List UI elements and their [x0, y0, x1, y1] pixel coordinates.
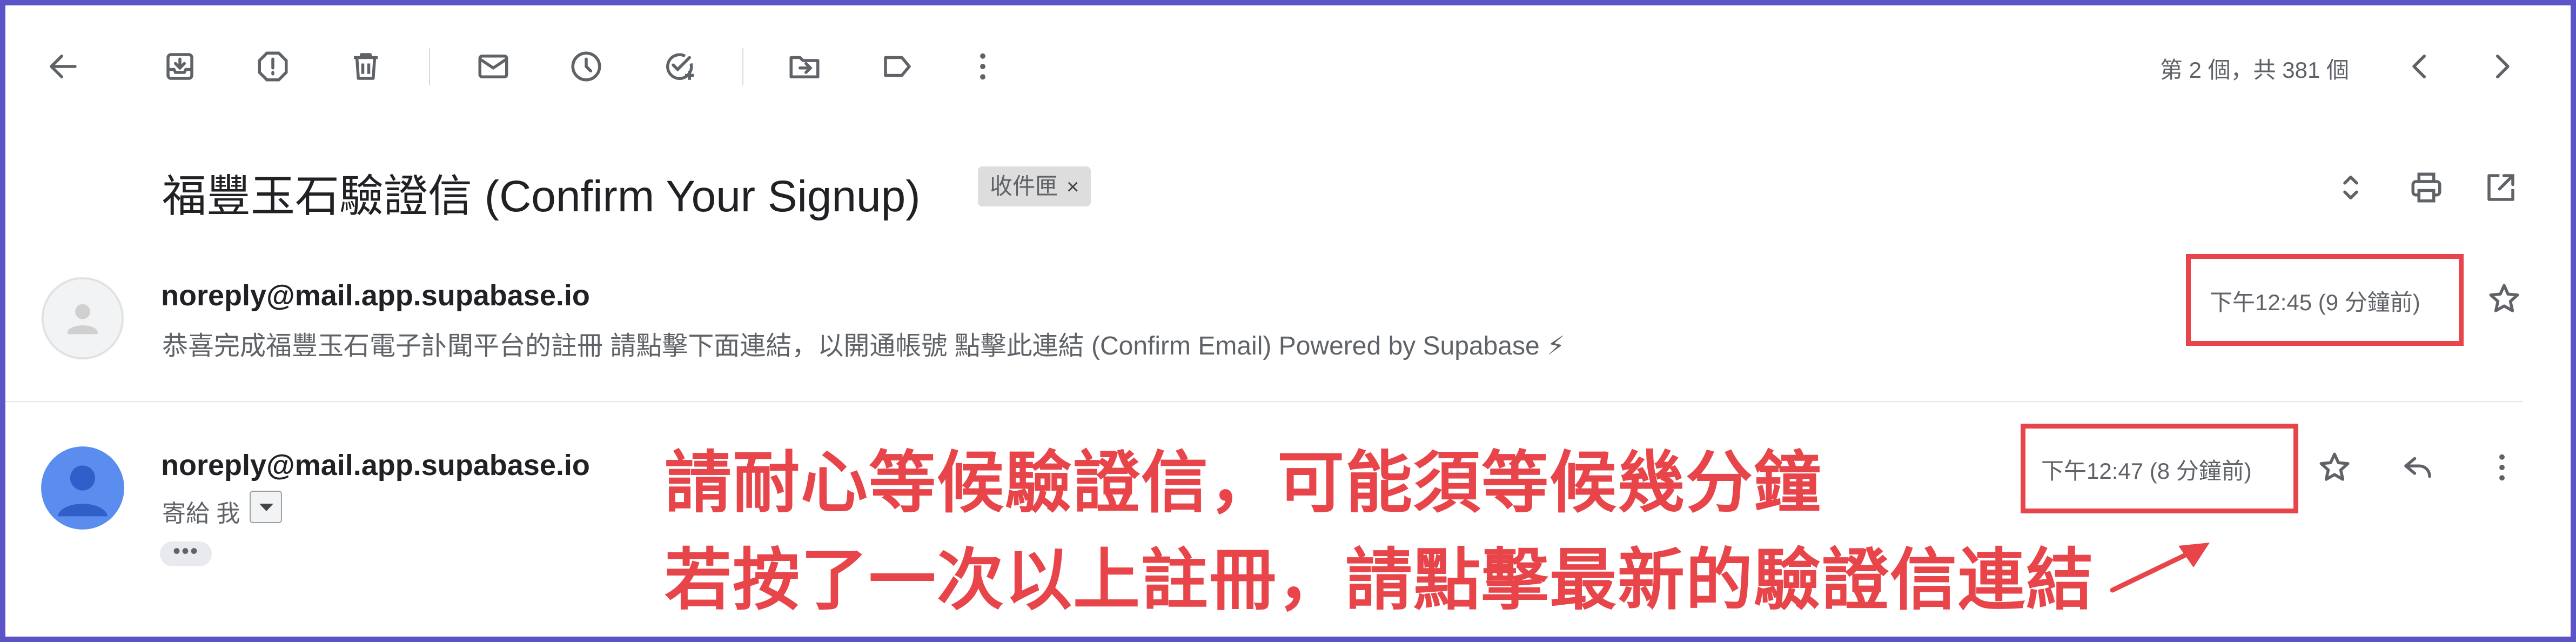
inbox-label-chip[interactable]: 收件匣 × — [978, 166, 1091, 206]
snooze-icon[interactable] — [568, 49, 604, 84]
mark-unread-icon[interactable] — [475, 49, 511, 84]
more-vert-icon[interactable] — [2484, 450, 2520, 485]
email-subject: 福豐玉石驗證信 (Confirm Your Signup) — [162, 172, 921, 221]
annotation-line-2: 若按了一次以上註冊，請點擊最新的驗證信連結 — [665, 543, 2095, 618]
reply-icon[interactable] — [2400, 450, 2436, 485]
message-snippet: 恭喜完成福豐玉石電子訃聞平台的註冊 請點擊下面連結，以開通帳號 點擊此連結 (C… — [162, 332, 1565, 360]
annotation-line-1: 請耐心等候驗證信，可能須等候幾分鐘 — [665, 446, 1822, 520]
previous-icon[interactable] — [2402, 49, 2438, 84]
remove-label-button[interactable]: × — [1066, 175, 1079, 199]
avatar — [41, 277, 124, 360]
more-vert-icon[interactable] — [965, 49, 1001, 84]
message-time: 下午12:45 (9 分鐘前) — [2210, 290, 2420, 315]
archive-icon[interactable] — [162, 49, 198, 84]
next-icon[interactable] — [2484, 49, 2520, 84]
avatar — [41, 446, 124, 530]
sender-email: noreply@mail.app.supabase.io — [161, 279, 590, 312]
add-to-tasks-icon[interactable] — [661, 49, 697, 84]
label-icon[interactable] — [880, 49, 915, 84]
annotation-arrow-icon — [2107, 537, 2215, 597]
pagination-count: 第 2 個，共 381 個 — [2159, 57, 2349, 83]
recipient-line: 寄給 我 — [162, 500, 240, 527]
message-time: 下午12:47 (8 分鐘前) — [2041, 458, 2252, 484]
show-trimmed-content-button[interactable]: ••• — [160, 540, 212, 566]
print-icon[interactable] — [2409, 170, 2444, 205]
show-details-dropdown[interactable] — [250, 491, 282, 523]
open-in-new-window-icon[interactable] — [2483, 170, 2519, 205]
expand-all-icon[interactable] — [2333, 170, 2369, 205]
toolbar-separator — [429, 48, 430, 85]
email-view: 第 2 個，共 381 個 福豐玉石驗證信 (Confirm Your Sign… — [0, 0, 2576, 642]
back-arrow-icon[interactable] — [45, 49, 81, 84]
message-divider — [5, 401, 2523, 402]
star-icon[interactable] — [2317, 450, 2352, 485]
toolbar-separator — [742, 48, 743, 85]
delete-icon[interactable] — [348, 49, 384, 84]
move-to-icon[interactable] — [787, 49, 822, 84]
label-text: 收件匣 — [990, 173, 1058, 199]
star-icon[interactable] — [2486, 281, 2522, 317]
report-spam-icon[interactable] — [255, 49, 291, 84]
sender-email: noreply@mail.app.supabase.io — [161, 449, 590, 482]
